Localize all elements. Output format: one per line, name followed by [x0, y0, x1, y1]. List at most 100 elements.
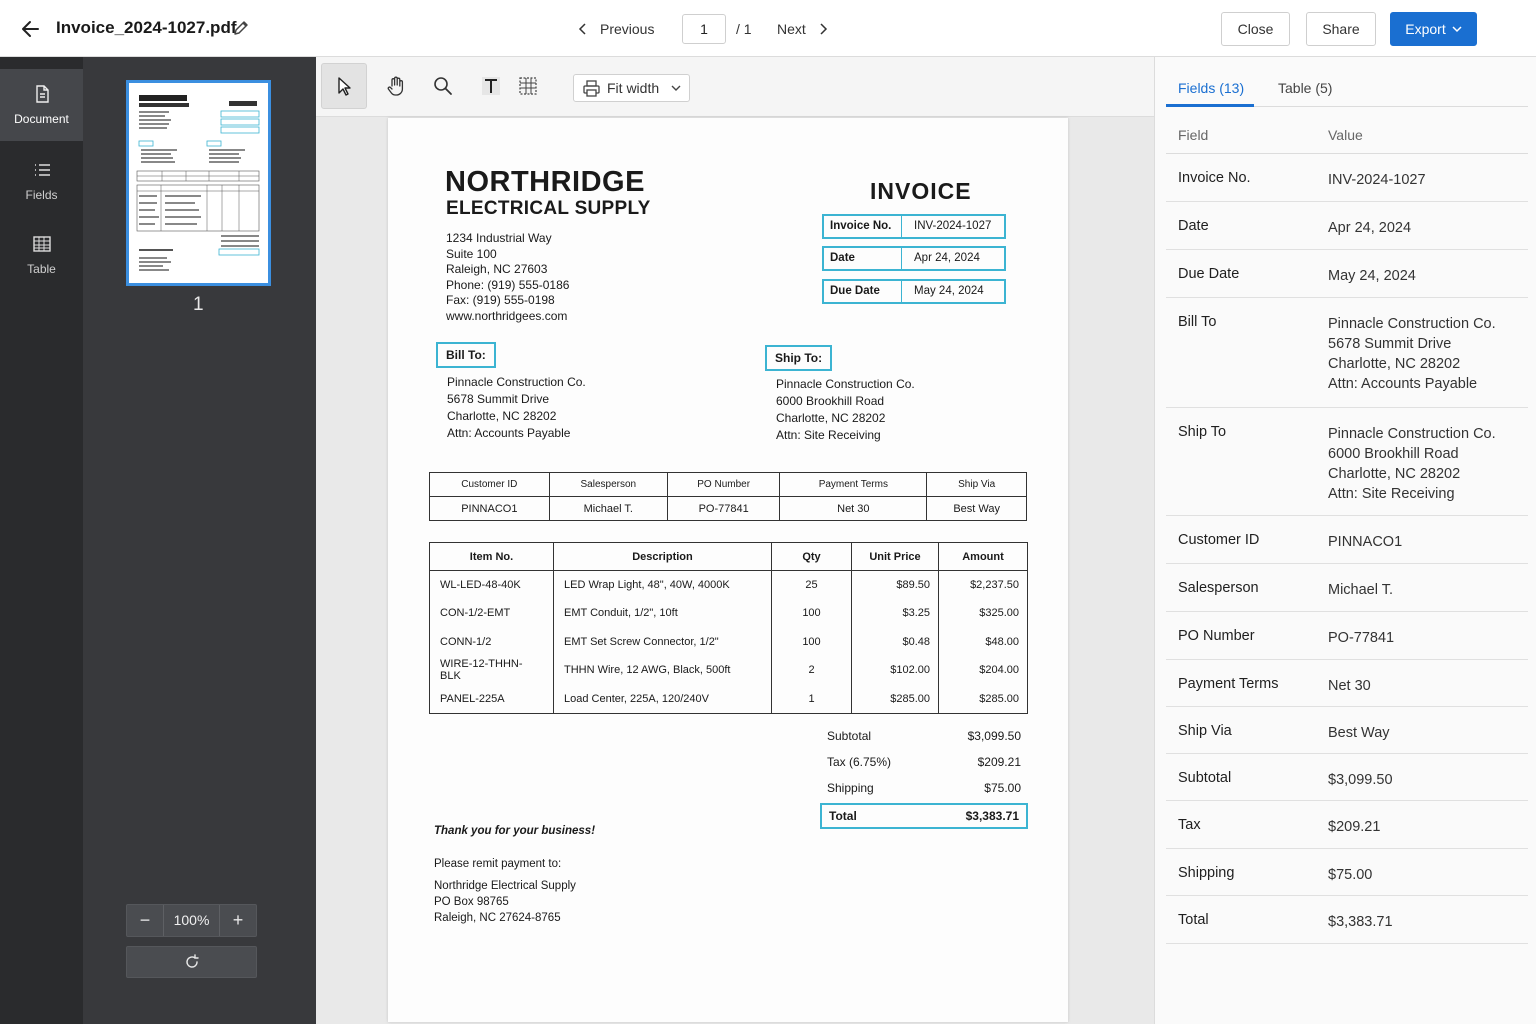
chevron-right-icon [820, 23, 827, 35]
rail-label-document: Document [14, 112, 69, 126]
items-header: Qty [771, 542, 852, 571]
field-row-tax[interactable]: Tax $209.21 [1166, 801, 1528, 849]
item-qty: 25 [771, 570, 852, 599]
ship-to-label[interactable]: Ship To: [765, 345, 833, 371]
zoom-control: − 100% + [126, 904, 257, 937]
tab-table[interactable]: Table (5) [1278, 80, 1332, 96]
field-row-ship-via[interactable]: Ship Via Best Way [1166, 707, 1528, 754]
item-unit-price: $0.48 [851, 627, 939, 656]
pencil-icon[interactable] [232, 19, 250, 37]
item-description: Load Center, 225A, 120/240V [553, 684, 772, 714]
remit-line: Please remit payment to: [434, 858, 562, 870]
rail-item-fields[interactable]: Fields [0, 145, 83, 217]
bill-to-line: 5678 Summit Drive [447, 392, 550, 406]
thumbnail-panel: 1 − 100% + [83, 57, 316, 1024]
meta-date[interactable]: Date Apr 24, 2024 [822, 246, 1006, 271]
back-arrow-icon[interactable] [18, 16, 44, 42]
table-row: WIRE-12-THHN-BLK THHN Wire, 12 AWG, Blac… [429, 656, 1028, 685]
field-row-date[interactable]: Date Apr 24, 2024 [1166, 202, 1528, 250]
meta-value: May 24, 2024 [914, 285, 984, 297]
bill-to-label[interactable]: Bill To: [436, 342, 496, 368]
meta-invoice-no[interactable]: Invoice No. INV-2024-1027 [822, 214, 1006, 239]
bill-to-line: Charlotte, NC 28202 [447, 409, 557, 423]
field-row-total[interactable]: Total $3,383.71 [1166, 896, 1528, 944]
fit-width-dropdown[interactable]: Fit width [573, 74, 690, 102]
share-button[interactable]: Share [1306, 12, 1376, 46]
rail-item-table[interactable]: Table [0, 219, 83, 291]
tab-fields[interactable]: Fields (13) [1178, 80, 1244, 96]
items-header: Amount [938, 542, 1028, 571]
field-value: Michael T. [1328, 582, 1394, 598]
zoom-out-button[interactable]: − [127, 905, 163, 936]
item-no: WIRE-12-THHN-BLK [429, 656, 554, 685]
item-description: EMT Conduit, 1/2", 10ft [553, 599, 772, 628]
total-row[interactable]: Total $3,383.71 [820, 803, 1028, 829]
item-no: WL-LED-48-40K [429, 570, 554, 599]
field-row-po-number[interactable]: PO Number PO-77841 [1166, 612, 1528, 660]
table-row: PANEL-225A Load Center, 225A, 120/240V 1… [429, 684, 1028, 714]
field-row-invoice-no[interactable]: Invoice No. INV-2024-1027 [1166, 154, 1528, 202]
field-key: Payment Terms [1178, 676, 1279, 692]
meta-value: Apr 24, 2024 [914, 252, 980, 264]
field-row-customer-id[interactable]: Customer ID PINNACO1 [1166, 516, 1528, 564]
field-value: $3,099.50 [1328, 772, 1393, 788]
document-icon [35, 85, 49, 103]
rotate-icon [185, 954, 199, 968]
field-row-subtotal[interactable]: Subtotal $3,099.50 [1166, 754, 1528, 801]
field-row-bill-to[interactable]: Bill To Pinnacle Construction Co. 5678 S… [1166, 298, 1528, 408]
field-row-due-date[interactable]: Due Date May 24, 2024 [1166, 250, 1528, 298]
field-key: Salesperson [1178, 580, 1259, 596]
export-button[interactable]: Export [1390, 12, 1477, 46]
field-column-header: Field [1178, 127, 1209, 143]
field-value: $209.21 [1328, 819, 1381, 835]
next-page-button[interactable]: Next [777, 17, 828, 41]
previous-page-button[interactable]: Previous [578, 17, 654, 41]
chevron-left-icon [578, 23, 586, 35]
chevron-down-icon [671, 85, 681, 91]
item-qty: 100 [771, 599, 852, 628]
ship-to-line: Pinnacle Construction Co. [776, 377, 915, 391]
thumbnail-preview [129, 83, 268, 283]
invoice-title: INVOICE [870, 178, 972, 204]
previous-label: Previous [600, 21, 655, 37]
field-key: Ship To [1178, 424, 1227, 440]
meta-due-date[interactable]: Due Date May 24, 2024 [822, 279, 1006, 304]
bill-to-address: Pinnacle Construction Co. 5678 Summit Dr… [447, 374, 586, 442]
field-row-ship-to[interactable]: Ship To Pinnacle Construction Co. 6000 B… [1166, 408, 1528, 516]
item-unit-price: $3.25 [851, 599, 939, 628]
fields-header: Field Value [1166, 109, 1528, 154]
field-value: Apr 24, 2024 [1328, 220, 1412, 236]
info-header: Customer ID [429, 472, 550, 497]
field-row-payment-terms[interactable]: Payment Terms Net 30 [1166, 660, 1528, 707]
field-value: Net 30 [1328, 678, 1371, 694]
rotate-button[interactable] [126, 946, 257, 978]
select-tool[interactable] [321, 63, 367, 109]
tax-row: Tax (6.75%) $209.21 [820, 752, 1028, 778]
cursor-icon [338, 77, 351, 96]
page-thumbnail[interactable] [126, 80, 271, 286]
zoom-in-button[interactable]: + [220, 905, 256, 936]
info-value: Michael T. [548, 496, 668, 521]
item-no: CONN-1/2 [429, 627, 554, 656]
item-unit-price: $285.00 [851, 684, 939, 714]
hand-icon [387, 76, 404, 96]
address-line: Fax: (919) 555-0198 [446, 293, 555, 307]
panel-tabs: Fields (13) Table (5) [1166, 57, 1528, 107]
field-value: INV-2024-1027 [1328, 172, 1426, 188]
rail-item-document[interactable]: Document [0, 69, 83, 141]
page-number-input[interactable] [682, 14, 726, 44]
company-name: NORTHRIDGE [445, 166, 645, 198]
field-key: Bill To [1178, 314, 1217, 330]
thank-you-note: Thank you for your business! [434, 825, 596, 837]
item-qty: 1 [771, 684, 852, 714]
viewer-toolbar: Fit width [316, 57, 1154, 117]
search-tool[interactable] [420, 63, 466, 109]
close-button[interactable]: Close [1221, 12, 1290, 46]
meta-key: Invoice No. [824, 216, 902, 237]
shipping-value: $75.00 [984, 781, 1021, 795]
pan-tool[interactable] [373, 63, 419, 109]
company-address: 1234 Industrial Way Suite 100 Raleigh, N… [446, 231, 569, 324]
field-row-shipping[interactable]: Shipping $75.00 [1166, 849, 1528, 896]
table-extract-tool[interactable] [505, 63, 551, 109]
field-row-salesperson[interactable]: Salesperson Michael T. [1166, 564, 1528, 612]
